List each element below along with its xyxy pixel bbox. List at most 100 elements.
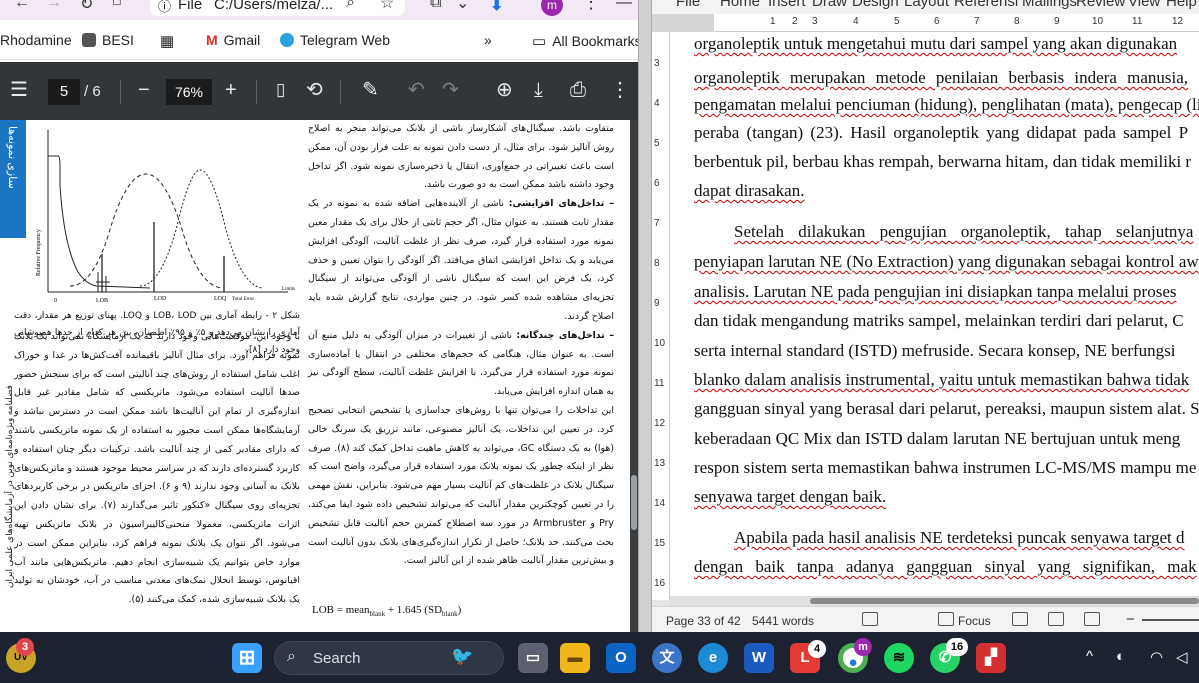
- web-layout-icon[interactable]: [1084, 612, 1100, 626]
- word-button[interactable]: W: [744, 643, 774, 673]
- draw-icon[interactable]: ✎: [362, 79, 379, 101]
- scrollbar-thumb[interactable]: [810, 598, 1199, 604]
- pdf-viewport[interactable]: سازی نمونه‌ها فصلنامه ویژه‌نامه‌ای نوین …: [0, 120, 638, 632]
- chrome-window: ← → ↻ ⌂ ⓘ File C:/Users/melza/... ⌕ ☆ ⧉ …: [0, 0, 638, 632]
- translator-button[interactable]: 文: [652, 643, 682, 673]
- tab-draw[interactable]: Draw: [812, 0, 847, 10]
- loq-distribution-curve: [139, 169, 263, 289]
- folder-icon: ▬: [567, 649, 583, 666]
- tab-view[interactable]: View: [1128, 0, 1160, 10]
- chevron-up-icon[interactable]: ^: [1086, 648, 1093, 665]
- download-icon[interactable]: ⬇: [490, 0, 503, 15]
- tab-review[interactable]: Review: [1076, 0, 1125, 10]
- tab-design[interactable]: Design: [852, 0, 899, 10]
- bookmark-telegram[interactable]: Telegram Web: [280, 32, 390, 48]
- forward-icon[interactable]: →: [46, 0, 62, 12]
- horizontal-scrollbar[interactable]: [670, 596, 1199, 606]
- search-icon[interactable]: ⌕: [346, 0, 355, 12]
- read-mode-icon[interactable]: [1012, 612, 1028, 626]
- zoom-out-icon[interactable]: −: [138, 79, 150, 101]
- text-line: Apabila pada hasil analisis NE terdeteks…: [734, 528, 1185, 547]
- bookmark-rhodamine[interactable]: Rhodamine: [0, 32, 72, 48]
- focus-label[interactable]: Focus: [958, 614, 991, 628]
- page-info-icon[interactable]: ⓘ: [158, 0, 171, 15]
- tab-layout[interactable]: Layout: [904, 0, 949, 10]
- status-bar: Page 33 of 42 5441 words Focus −: [652, 606, 1199, 632]
- more-options-icon[interactable]: ⋮: [610, 79, 630, 101]
- minimize-icon[interactable]: —: [616, 0, 632, 12]
- folder-icon: ▭: [532, 33, 547, 50]
- tab-file[interactable]: File: [676, 0, 700, 10]
- search-icon: ⌕: [287, 648, 296, 665]
- address-bar[interactable]: ⓘ File C:/Users/melza/...: [150, 0, 405, 16]
- start-button[interactable]: ⊞: [232, 643, 262, 673]
- add-note-icon[interactable]: ⊕: [496, 79, 513, 101]
- section-tab-label: سازی نمونه‌ها: [6, 126, 18, 189]
- zoom-in-icon[interactable]: +: [225, 79, 237, 101]
- tab-mailings[interactable]: Mailings: [1022, 0, 1077, 10]
- apps-button[interactable]: ▦: [160, 32, 174, 50]
- menu-icon[interactable]: ☰: [10, 79, 28, 101]
- app-icon: ▞: [985, 649, 997, 666]
- scrollbar-thumb[interactable]: [631, 475, 637, 530]
- vertical-ruler[interactable]: 3 4 5 6 7 8 9 10 11 12 13 14 15 16: [652, 32, 670, 600]
- back-icon[interactable]: ←: [14, 0, 30, 12]
- bookmark-gmail[interactable]: M Gmail: [206, 32, 260, 48]
- paragraph: – تداخل‌های افزایشی: ناشی از آلاینده‌های…: [308, 198, 615, 322]
- figure-limits-label: Limits: [282, 287, 295, 292]
- edge-button[interactable]: e: [698, 643, 728, 673]
- apps-grid-icon: ▦: [160, 33, 175, 50]
- outlook-button[interactable]: O: [606, 643, 636, 673]
- text-line: dapat dirasakan.: [694, 181, 805, 200]
- tab-help[interactable]: Help: [1166, 0, 1197, 10]
- antivirus-icon[interactable]: ◐: [1116, 648, 1125, 665]
- all-bookmarks-button[interactable]: ▭ All Bookmarks: [532, 32, 638, 50]
- task-view-button[interactable]: ▭: [518, 643, 548, 673]
- app-button[interactable]: ▞: [976, 643, 1006, 673]
- horizontal-ruler[interactable]: 1 2 3 4 5 6 7 8 9 10 11 12: [652, 14, 1199, 32]
- reload-icon[interactable]: ↻: [80, 0, 93, 14]
- bookmarks-overflow-button[interactable]: »: [484, 32, 492, 48]
- bookmark-besi[interactable]: BESI: [82, 32, 134, 48]
- word-count[interactable]: 5441 words: [752, 614, 814, 628]
- undo-icon[interactable]: ↶: [408, 79, 425, 101]
- print-layout-icon[interactable]: [1048, 612, 1064, 626]
- tab-insert[interactable]: Insert: [768, 0, 806, 10]
- focus-icon[interactable]: [938, 612, 954, 626]
- zoom-out-icon[interactable]: −: [1126, 611, 1135, 628]
- bookmark-star-icon[interactable]: ☆: [380, 0, 394, 13]
- tab-home[interactable]: Home: [720, 0, 760, 10]
- tab-search-icon[interactable]: ⌄: [456, 0, 469, 13]
- page-count[interactable]: Page 33 of 42: [666, 614, 741, 628]
- proofing-icon[interactable]: [862, 612, 878, 626]
- zoom-input[interactable]: 76%: [166, 79, 212, 105]
- more-options-icon[interactable]: ⋮: [582, 0, 600, 13]
- avatar[interactable]: m: [541, 0, 563, 16]
- telegram-icon: [280, 33, 294, 47]
- volume-icon[interactable]: ◁: [1176, 648, 1188, 666]
- extensions-icon[interactable]: ⧉: [430, 0, 441, 12]
- wifi-icon[interactable]: ◠: [1150, 648, 1163, 666]
- spotify-button[interactable]: ≋: [884, 643, 914, 673]
- print-icon[interactable]: ⎙: [570, 79, 586, 101]
- pdf-scrollbar[interactable]: [630, 120, 638, 632]
- text-line: keberadaan QC Mix dan ISTD dalam larutan…: [694, 429, 1181, 448]
- window-divider[interactable]: [638, 0, 652, 632]
- address-text[interactable]: C:/Users/melza/...: [214, 0, 333, 13]
- text-line: analisis. Larutan NE pada pengujian ini …: [694, 282, 1177, 301]
- figure-zero-label: 0: [54, 298, 57, 304]
- text-line: senyawa target dengan baik.: [694, 487, 887, 506]
- text-line: dengan baik tanpa adanya gangguan sinyal…: [694, 557, 1197, 576]
- search-box[interactable]: ⌕ Search 🐦: [274, 641, 504, 675]
- word-window: File Home Insert Draw Design Layout Refe…: [652, 0, 1199, 632]
- download-icon[interactable]: ⤓: [534, 79, 543, 101]
- zoom-slider[interactable]: [1142, 619, 1199, 621]
- fit-page-icon[interactable]: ▯: [276, 79, 285, 101]
- file-explorer-button[interactable]: ▬: [560, 643, 590, 673]
- page-number-input[interactable]: 5: [48, 79, 80, 105]
- home-icon[interactable]: ⌂: [112, 0, 122, 10]
- rotate-icon[interactable]: ⟲: [306, 79, 323, 101]
- redo-icon[interactable]: ↷: [442, 79, 459, 101]
- document-page[interactable]: organoleptik untuk mengetahui mutu dari …: [670, 32, 1199, 596]
- tab-referensi[interactable]: Referensi: [954, 0, 1018, 10]
